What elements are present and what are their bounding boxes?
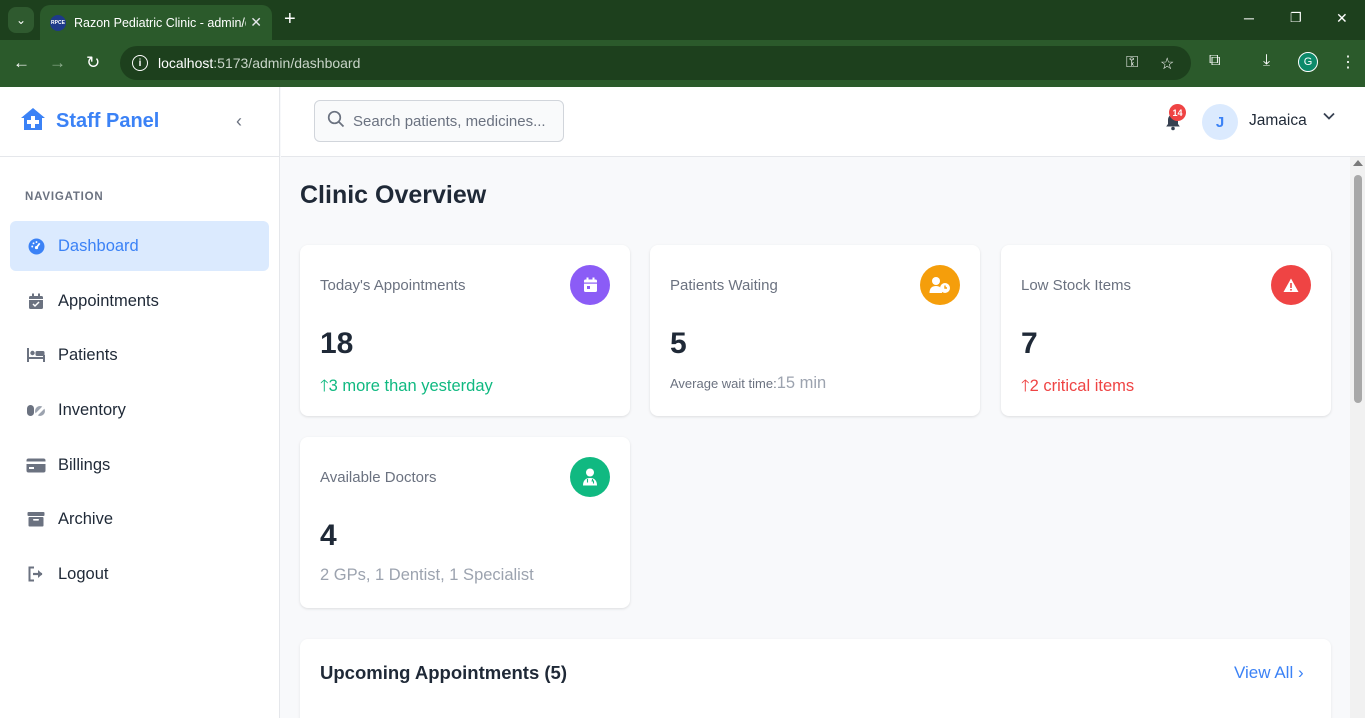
download-icon[interactable]: ⤓ <box>1263 52 1270 70</box>
url-path: :5173/admin/dashboard <box>213 55 361 71</box>
chevron-right-icon: › <box>1297 663 1304 682</box>
user-name[interactable]: Jamaica <box>1249 112 1307 130</box>
browser-menu-icon[interactable]: ⋮ <box>1340 52 1356 72</box>
close-icon[interactable]: ✕ <box>250 14 262 31</box>
card-value: 7 <box>1021 327 1038 360</box>
sidebar-item-label: Billings <box>58 455 111 474</box>
favicon-icon: RPCE <box>50 14 66 31</box>
card-label: Patients Waiting <box>670 277 778 294</box>
card-value: 18 <box>320 327 354 360</box>
forward-icon[interactable]: → <box>49 53 66 73</box>
card-value: 4 <box>320 519 337 552</box>
back-icon[interactable]: ← <box>13 53 30 73</box>
stat-card-low-stock: Low Stock Items 7 🡑2 critical items <box>1001 245 1331 416</box>
sidebar-item-logout[interactable]: Logout <box>10 549 269 599</box>
calendar-check-icon <box>26 291 46 311</box>
stat-card-doctors: Available Doctors 4 2 GPs, 1 Dentist, 1 … <box>300 437 630 608</box>
search-icon <box>327 110 345 133</box>
card-label: Today's Appointments <box>320 277 466 294</box>
password-key-icon[interactable]: ⚿ <box>1126 54 1138 72</box>
search-box[interactable] <box>314 100 564 142</box>
sidebar-item-billings[interactable]: Billings <box>10 440 269 490</box>
user-clock-icon <box>920 265 960 305</box>
stat-card-waiting: Patients Waiting 5 Average wait time:15 … <box>650 245 980 416</box>
section-title: Upcoming Appointments (5) <box>320 662 567 683</box>
archive-box-icon <box>26 509 46 529</box>
browser-toolbar: ← → ↻ i localhost:5173/admin/dashboard ⚿… <box>0 40 1365 87</box>
view-all-link[interactable]: View All › <box>1234 663 1304 683</box>
doctor-icon <box>570 457 610 497</box>
sidebar-item-label: Patients <box>58 345 118 364</box>
card-value: 5 <box>670 327 687 360</box>
tab-search-button[interactable]: ⌄ <box>8 7 34 33</box>
avatar[interactable]: J <box>1202 104 1238 140</box>
warning-icon <box>1271 265 1311 305</box>
page-title: Clinic Overview <box>300 181 487 209</box>
tab-title: Razon Pediatric Clinic - admin/dashboard <box>74 15 246 30</box>
bed-patient-icon <box>26 345 46 365</box>
pills-icon <box>26 400 46 420</box>
logout-icon <box>26 564 46 584</box>
browser-tab[interactable]: RPCE Razon Pediatric Clinic - admin/dash… <box>40 5 272 40</box>
sidebar-item-inventory[interactable]: Inventory <box>10 385 269 435</box>
scrollbar-thumb[interactable] <box>1354 175 1362 403</box>
stat-card-appointments: Today's Appointments 18 🡑3 more than yes… <box>300 245 630 416</box>
sidebar-item-label: Inventory <box>58 400 126 419</box>
card-sub-text: 15 min <box>776 374 827 392</box>
profile-avatar[interactable]: G <box>1298 52 1318 72</box>
card-sub-text: 3 more than yesterday <box>328 377 493 395</box>
page-scrollbar[interactable] <box>1350 157 1365 718</box>
sidebar-item-label: Logout <box>58 564 109 583</box>
arrow-up-icon: 🡑 <box>1021 377 1030 395</box>
card-trend: Average wait time:15 min <box>670 374 826 393</box>
window-close-icon[interactable]: ✕ <box>1336 10 1348 27</box>
sidebar-item-archive[interactable]: Archive <box>10 494 269 544</box>
credit-card-icon <box>26 455 46 475</box>
brand: Staff Panel ‹ <box>0 87 279 157</box>
clinic-home-icon <box>20 107 46 136</box>
sidebar-item-label: Dashboard <box>58 236 139 255</box>
card-trend: 🡑3 more than yesterday <box>320 374 493 402</box>
card-sub-text: 2 GPs, 1 Dentist, 1 Specialist <box>320 566 534 584</box>
card-label: Low Stock Items <box>1021 277 1132 294</box>
card-label: Available Doctors <box>320 469 437 486</box>
card-trend: 🡑2 critical items <box>1021 374 1134 402</box>
topbar: 14 J Jamaica <box>281 87 1365 157</box>
browser-tab-bar: ⌄ RPCE Razon Pediatric Clinic - admin/da… <box>0 0 1365 40</box>
sidebar-item-label: Appointments <box>58 291 159 310</box>
new-tab-button[interactable]: + <box>284 8 296 30</box>
upcoming-appointments-panel: Upcoming Appointments (5) View All › <box>300 639 1331 718</box>
sidebar-item-label: Archive <box>58 509 114 528</box>
arrow-up-icon: 🡑 <box>320 377 329 395</box>
address-bar[interactable]: i localhost:5173/admin/dashboard ⚿ ☆ <box>120 46 1191 80</box>
search-input[interactable] <box>353 112 553 130</box>
minimize-icon[interactable]: ─ <box>1244 10 1254 26</box>
collapse-sidebar-icon[interactable]: ‹ <box>236 111 242 132</box>
sidebar-item-patients[interactable]: Patients <box>10 330 269 380</box>
calendar-icon <box>570 265 610 305</box>
sidebar-item-appointments[interactable]: Appointments <box>10 276 269 326</box>
view-all-label: View All <box>1234 663 1294 682</box>
brand-title: Staff Panel <box>56 110 160 132</box>
notification-badge: 14 <box>1169 104 1186 121</box>
bookmark-star-icon[interactable]: ☆ <box>1160 54 1174 74</box>
reload-icon[interactable]: ↻ <box>86 53 100 73</box>
sidebar: Staff Panel ‹ NAVIGATION Dashboard Appoi… <box>0 87 280 718</box>
card-sub-text: 2 critical items <box>1029 377 1135 395</box>
chevron-down-icon[interactable] <box>1322 109 1336 128</box>
sidebar-item-dashboard[interactable]: Dashboard <box>10 221 269 271</box>
restore-icon[interactable]: ❐ <box>1290 10 1302 26</box>
extensions-icon[interactable]: ⧉ <box>1209 52 1220 70</box>
scroll-up-arrow-icon[interactable] <box>1353 160 1363 166</box>
nav-heading: NAVIGATION <box>25 191 104 203</box>
url-host: localhost <box>158 55 214 71</box>
site-info-icon[interactable]: i <box>132 55 148 71</box>
card-sub-prefix: Average wait time: <box>670 376 777 391</box>
gauge-icon <box>26 236 46 256</box>
